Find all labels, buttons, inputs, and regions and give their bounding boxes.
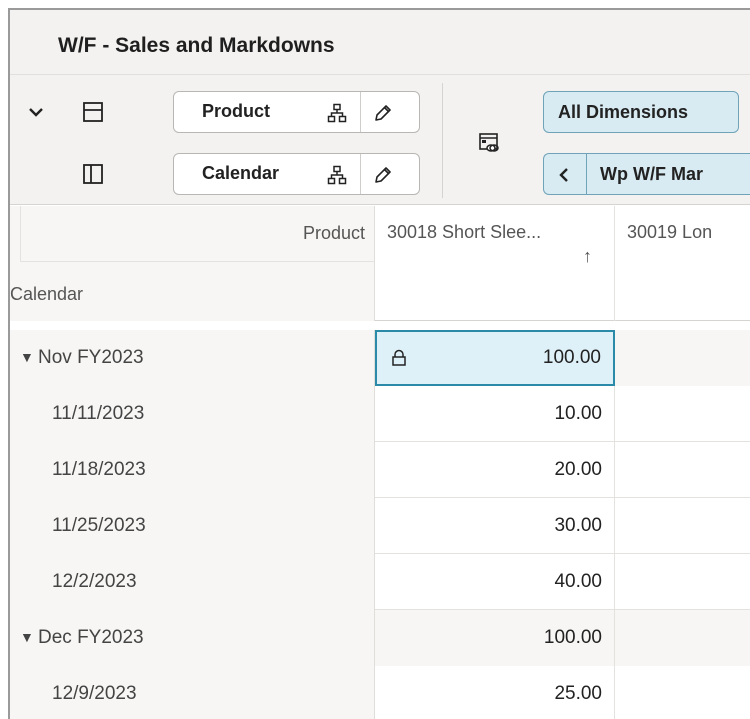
table-row[interactable]: ▼ Dec FY2023 100.00 [10,610,750,666]
row-layout-icon[interactable] [78,97,108,127]
row-header[interactable]: 11/18/2023 [10,442,375,498]
data-cell-selected[interactable]: 100.00 [375,330,615,386]
row-header[interactable]: 11/25/2023 [10,498,375,554]
data-cell[interactable]: 40.00 [375,554,615,610]
data-grid: Product Calendar 30018 Short Slee... ↑ 3… [10,206,750,719]
sort-ascending-icon[interactable]: ↑ [583,246,592,267]
data-cell[interactable] [615,386,750,442]
product-dimension-label: Product [202,101,271,121]
data-cell[interactable]: 100.00 [375,610,615,666]
lock-icon [387,346,411,370]
edit-pencil-icon[interactable] [370,100,396,126]
data-cell[interactable]: 25.00 [375,666,615,719]
row-header[interactable]: ▼ Dec FY2023 [10,610,375,666]
column-header-30019[interactable]: 30019 Lon [615,206,750,321]
page-title: W/F - Sales and Markdowns [58,34,335,57]
hierarchy-icon[interactable] [324,162,350,188]
toolbar: Product Calendar All Dimensions Wp W/F M… [10,75,750,205]
data-cell[interactable] [615,442,750,498]
expand-triangle-icon[interactable]: ▼ [20,629,34,645]
all-dimensions-button[interactable]: All Dimensions [543,91,739,133]
table-row[interactable]: ▼ Nov FY2023 100.00 [10,330,750,386]
workbook-tab[interactable]: Wp W/F Mar [543,153,750,195]
data-cell[interactable]: 30.00 [375,498,615,554]
row-header[interactable]: ▼ Nov FY2023 [10,330,375,386]
data-cell[interactable] [615,610,750,666]
data-cell[interactable] [615,498,750,554]
table-row[interactable]: 11/25/2023 30.00 [10,498,750,554]
table-row[interactable]: 12/9/2023 25.00 [10,666,750,719]
collapse-chevron-icon[interactable] [22,98,50,126]
table-row[interactable]: 11/11/2023 10.00 [10,386,750,442]
row-header[interactable]: 12/2/2023 [10,554,375,610]
header-corner: Product Calendar [10,206,375,321]
hierarchy-icon[interactable] [324,100,350,126]
data-cell[interactable] [615,554,750,610]
toolbar-separator [442,83,443,198]
product-axis-label: Product [302,223,365,243]
data-cell[interactable]: 20.00 [375,442,615,498]
chevron-left-icon[interactable] [552,163,576,187]
calendar-dimension-chip[interactable]: Calendar [173,153,420,195]
product-dimension-chip[interactable]: Product [173,91,420,133]
row-header[interactable]: 11/11/2023 [10,386,375,442]
grid-header: Product Calendar 30018 Short Slee... ↑ 3… [10,206,750,321]
row-header[interactable]: 12/9/2023 [10,666,375,719]
tab-divider [586,154,587,194]
table-row[interactable]: 11/18/2023 20.00 [10,442,750,498]
workbook-window: W/F - Sales and Markdowns Product Calend… [8,8,750,719]
product-axis-cell: Product [20,206,375,262]
title-bar: W/F - Sales and Markdowns [10,10,750,75]
expand-triangle-icon[interactable]: ▼ [20,349,34,365]
data-cell[interactable] [615,330,750,386]
edit-pencil-icon[interactable] [370,162,396,188]
calendar-axis-label: Calendar [10,284,84,304]
data-cell[interactable] [615,666,750,719]
chip-divider [360,92,361,132]
data-cell[interactable]: 10.00 [375,386,615,442]
calendar-dimension-label: Calendar [202,163,280,183]
linked-view-icon[interactable] [474,128,504,158]
table-row[interactable]: 12/2/2023 40.00 [10,554,750,610]
column-layout-icon[interactable] [78,159,108,189]
chip-divider [360,154,361,194]
column-header-30018[interactable]: 30018 Short Slee... ↑ [375,206,615,321]
